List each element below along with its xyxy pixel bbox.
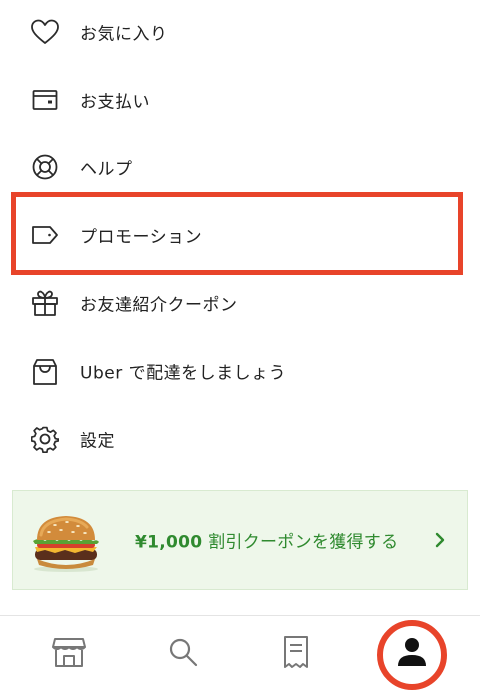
menu-item-help[interactable]: ヘルプ [0, 139, 480, 195]
account-screen: お気に入り お支払い ヘルプ プロモーション お友達紹介クーポン Uber で配… [0, 0, 480, 695]
menu-item-label: 設定 [80, 431, 115, 452]
promo-text: ¥1,000 割引クーポンを獲得する [135, 528, 398, 553]
menu-item-deliver-with-uber[interactable]: Uber で配達をしましょう [0, 343, 480, 399]
menu-item-label: ヘルプ [80, 159, 133, 180]
nav-search-button[interactable] [161, 632, 205, 676]
menu-item-payment[interactable]: お支払い [0, 72, 480, 128]
promo-description: 割引クーポンを獲得する [202, 532, 399, 553]
burger-image [27, 511, 105, 573]
lifebuoy-icon [30, 152, 60, 182]
nav-orders-button[interactable] [274, 632, 318, 676]
person-icon [397, 637, 427, 671]
menu-item-label: プロモーション [80, 227, 203, 248]
menu-item-favorites[interactable]: お気に入り [0, 4, 480, 60]
store-icon [52, 636, 86, 672]
promo-banner[interactable]: ¥1,000 割引クーポンを獲得する [12, 490, 468, 590]
tag-icon [30, 220, 60, 250]
receipt-icon [283, 635, 309, 673]
shopping-bag-icon [30, 356, 60, 386]
search-icon [168, 637, 198, 671]
gift-icon [30, 288, 60, 318]
wallet-icon [30, 85, 60, 115]
menu-item-label: お友達紹介クーポン [80, 295, 238, 316]
menu-item-label: お支払い [80, 92, 150, 113]
promo-amount: ¥1,000 [135, 532, 203, 553]
gear-icon [30, 424, 60, 454]
menu-item-promotions[interactable]: プロモーション [0, 207, 480, 263]
menu-item-label: Uber で配達をしましょう [80, 363, 287, 384]
nav-account-button[interactable] [390, 632, 434, 676]
chevron-right-icon [433, 530, 447, 550]
menu-item-referral[interactable]: お友達紹介クーポン [0, 275, 480, 331]
nav-home-button[interactable] [47, 632, 91, 676]
bottom-navigation [0, 615, 480, 695]
heart-icon [30, 17, 60, 47]
menu-item-label: お気に入り [80, 24, 168, 45]
menu-item-settings[interactable]: 設定 [0, 411, 480, 467]
